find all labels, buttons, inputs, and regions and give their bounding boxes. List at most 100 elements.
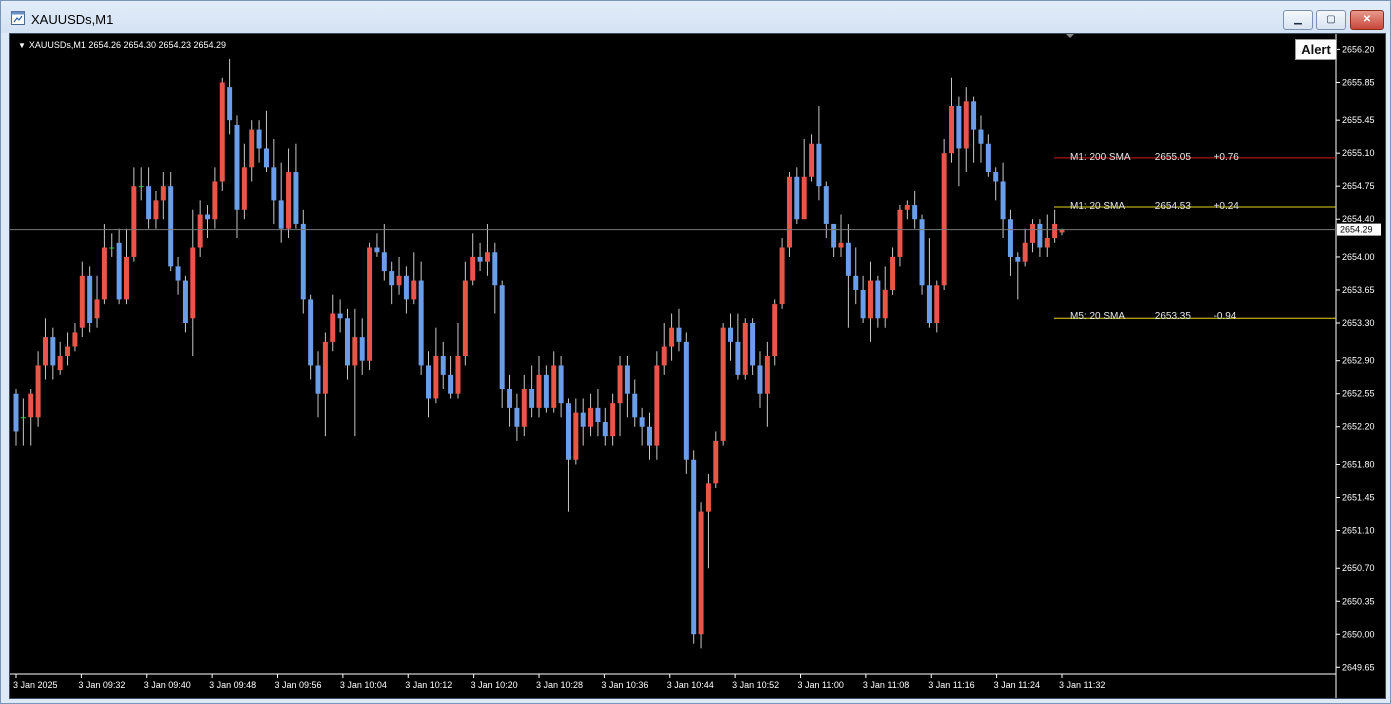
candle-body [146,186,152,220]
candle-body [735,341,741,375]
candle-body [786,176,792,248]
candle-body [521,389,527,427]
candle-body [1015,256,1021,262]
candle-body [993,172,999,182]
alert-button[interactable]: Alert [1295,39,1337,60]
candle-body [433,356,439,399]
candle-body [558,365,564,404]
candle-body [624,365,630,394]
candle-body [72,332,78,347]
sma-value: 2655.05 [1154,152,1191,163]
candle-body [263,148,269,168]
candle-body [639,417,645,427]
candle-body [595,407,601,423]
x-tick-label: 3 Jan 10:36 [601,680,648,690]
candle-body [116,242,122,300]
y-tick-label: 2654.40 [1342,214,1375,224]
candle-body [131,186,137,257]
sma-label-m5-20: M5: 20 SMA 2653.35 -0.94 [1070,311,1236,322]
chart-shift-marker-icon[interactable] [1066,34,1074,38]
candle-body [359,337,365,361]
candle-body [845,242,851,276]
candle-body [580,412,586,427]
candle-body [801,176,807,220]
candle-body [816,143,822,187]
candle-body [963,101,969,149]
x-tick-label: 3 Jan 09:48 [209,680,256,690]
y-tick-label: 2651.45 [1342,492,1375,502]
candle-body [646,426,652,446]
candle-body [904,205,910,210]
candle-body [617,365,623,404]
candle-body [190,247,196,319]
candle-body [418,280,424,366]
candle-body [28,393,34,418]
candle-body [779,247,785,305]
candle-body [661,346,667,366]
candle-body [197,214,203,248]
candle-body [757,365,763,394]
y-tick-label: 2651.80 [1342,459,1375,469]
candle-body [588,407,594,427]
x-tick-label: 3 Jan 11:08 [863,680,909,690]
candle-body [374,247,380,253]
close-button[interactable]: ✕ [1350,10,1384,30]
title-bar[interactable]: XAUUSDs,M1 ▁ ▢ ✕ [1,1,1390,33]
candle-body [13,393,19,432]
candle-body [455,356,461,394]
y-tick-label: 2655.45 [1342,115,1375,125]
candle-body [565,403,571,460]
candle-body [352,337,358,366]
candle-body [330,313,336,342]
maximize-button[interactable]: ▢ [1316,10,1346,30]
price-chart[interactable]: 2656.20 2655.85 2655.45 2655.10 2654.75 2654.… [9,33,1386,699]
y-tick-label: 2654.75 [1342,181,1375,191]
candle-body [153,200,159,220]
candle-body [389,271,395,286]
y-tick-label: 2652.20 [1342,422,1375,432]
sma-label-m1-20: M1: 20 SMA 2654.53 +0.24 [1070,201,1239,212]
candle-body [138,186,144,188]
sma-name: M1: 200 SMA [1070,152,1131,163]
collapse-triangle-icon[interactable]: ▼ [18,41,26,50]
candle-body [20,417,26,419]
candlestick-chart[interactable]: 2656.20 2655.85 2655.45 2655.10 2654.75 2654.… [10,34,1385,698]
candle-body [985,143,991,173]
candle-body [322,341,328,394]
candle-body [867,280,873,319]
candle-body [234,124,240,210]
y-tick-label: 2656.20 [1342,44,1375,54]
candle-body [713,440,719,484]
candle-body [926,285,932,323]
x-tick-label: 3 Jan 10:04 [340,680,387,690]
sma-diff: -0.94 [1213,311,1237,322]
candle-body [219,82,225,182]
candle-body [860,289,866,319]
x-tick-label: 3 Jan 10:12 [405,680,452,690]
minimize-button[interactable]: ▁ [1283,10,1313,30]
candle-body [632,393,638,418]
candle-body [1052,223,1058,239]
candle-body [448,374,454,394]
x-tick-label: 3 Jan 11:24 [994,680,1040,690]
candle-body [764,356,770,394]
candle-body [705,483,711,512]
candle-body [794,176,800,220]
candle-body [654,365,660,446]
candle-body [123,256,129,300]
candle-body [87,275,93,323]
candle-body [286,172,292,229]
y-tick-label: 2650.35 [1342,596,1375,606]
candle-body [890,256,896,290]
current-price-label: 2654.29 [1340,225,1373,235]
candle-body [897,209,903,257]
chart-window: XAUUSDs,M1 ▁ ▢ ✕ 2656.20 2655.85 2655.45 26… [0,0,1391,704]
candle-body [182,280,188,323]
candle-body [610,403,616,437]
sma-diff: +0.76 [1213,152,1239,163]
x-tick-label: 3 Jan 10:20 [471,680,518,690]
candle-body [750,322,756,366]
candle-body [882,289,888,319]
x-tick-label: 3 Jan 09:40 [144,680,191,690]
candle-body [971,101,977,130]
